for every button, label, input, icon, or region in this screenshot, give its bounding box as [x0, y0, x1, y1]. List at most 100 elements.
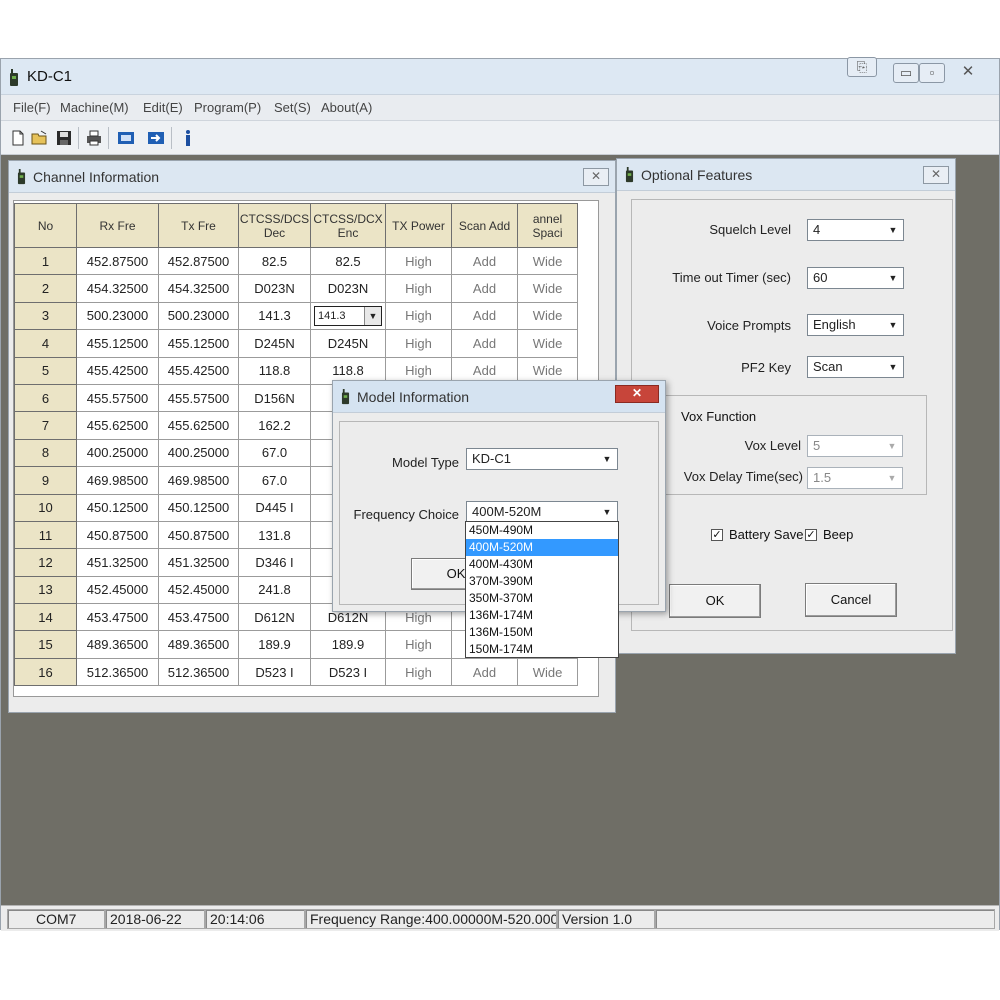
cell-scan-add[interactable]: Add [451, 329, 518, 358]
cell-rx-frequency[interactable]: 500.23000 [76, 301, 159, 331]
cancel-button[interactable]: Cancel [805, 583, 897, 617]
column-header[interactable]: Scan Add [451, 203, 518, 248]
cell-tx-frequency[interactable]: 469.98500 [158, 466, 239, 495]
cell-channel-number[interactable]: 1 [14, 246, 77, 276]
close-button[interactable]: ✕ [615, 385, 659, 403]
cell-tx-frequency[interactable]: 450.87500 [158, 520, 239, 550]
cell-rx-frequency[interactable]: 453.47500 [76, 603, 159, 632]
table-row[interactable]: 1 452.87500 452.87500 82.5 82.5 High Add Wide [14, 246, 578, 276]
column-header[interactable]: Rx Fre [76, 203, 159, 248]
cell-ctcss-dec[interactable]: 67.0 [238, 466, 311, 495]
minimize-button[interactable]: ▭ [893, 63, 919, 83]
cell-tx-power[interactable]: High [385, 329, 452, 358]
cell-ctcss-dec[interactable]: D523 I [238, 657, 311, 687]
table-row[interactable]: 4 455.12500 455.12500 D245N D245N High Add Wide [14, 329, 578, 358]
cell-ctcss-dec[interactable]: 82.5 [238, 246, 311, 276]
cell-channel-number[interactable]: 14 [14, 603, 77, 632]
cell-channel-number[interactable]: 6 [14, 383, 77, 413]
new-icon[interactable] [9, 129, 27, 147]
cell-tx-power[interactable]: High [385, 630, 452, 659]
menu-edit[interactable]: Edit(E) [143, 100, 183, 115]
cell-rx-frequency[interactable]: 451.32500 [76, 548, 159, 577]
cell-channel-number[interactable]: 13 [14, 575, 77, 605]
cell-rx-frequency[interactable]: 452.45000 [76, 575, 159, 605]
cell-channel-number[interactable]: 11 [14, 520, 77, 550]
menu-machine[interactable]: Machine(M) [60, 100, 129, 115]
frequency-option[interactable]: 136M-174M [466, 607, 618, 624]
cell-channel-number[interactable]: 4 [14, 329, 77, 358]
cell-rx-frequency[interactable]: 512.36500 [76, 657, 159, 687]
frequency-option[interactable]: 400M-430M [466, 556, 618, 573]
cell-tx-frequency[interactable]: 500.23000 [158, 301, 239, 331]
cell-tx-power[interactable]: High [385, 274, 452, 303]
table-row[interactable]: 2 454.32500 454.32500 D023N D023N High Add Wide [14, 274, 578, 303]
cell-ctcss-enc[interactable]: D245N [310, 329, 386, 358]
cell-ctcss-dec[interactable]: 118.8 [238, 356, 311, 385]
cell-tx-frequency[interactable]: 453.47500 [158, 603, 239, 632]
cell-scan-add[interactable]: Add [451, 301, 518, 331]
cell-rx-frequency[interactable]: 400.25000 [76, 438, 159, 468]
cell-rx-frequency[interactable]: 455.42500 [76, 356, 159, 385]
cell-ctcss-dec[interactable]: D445 I [238, 493, 311, 522]
maximize-button[interactable]: ▫ [919, 63, 945, 83]
cell-scan-add[interactable]: Add [451, 657, 518, 687]
cell-rx-frequency[interactable]: 450.87500 [76, 520, 159, 550]
cell-ctcss-dec[interactable]: 67.0 [238, 438, 311, 468]
cell-channel-spacing[interactable]: Wide [517, 657, 578, 687]
column-header[interactable]: annel Spaci [517, 203, 578, 248]
cell-channel-number[interactable]: 16 [14, 657, 77, 687]
cell-channel-number[interactable]: 8 [14, 438, 77, 468]
squelch-select[interactable]: 4 ▼ [807, 219, 904, 241]
frequency-option[interactable]: 350M-370M [466, 590, 618, 607]
cell-scan-add[interactable]: Add [451, 246, 518, 276]
ok-button[interactable]: OK [669, 584, 761, 618]
vox-delay-select[interactable]: 1.5 ▼ [807, 467, 903, 489]
cell-tx-frequency[interactable]: 454.32500 [158, 274, 239, 303]
table-row[interactable]: 16 512.36500 512.36500 D523 I D523 I High Add W… [14, 657, 578, 687]
cell-channel-spacing[interactable]: Wide [517, 274, 578, 303]
cell-rx-frequency[interactable]: 455.62500 [76, 411, 159, 440]
column-header[interactable]: Tx Fre [158, 203, 239, 248]
column-header[interactable]: CTCSS/DCX Enc [310, 203, 386, 248]
cell-ctcss-enc[interactable]: D523 I [310, 657, 386, 687]
battery-save-checkbox[interactable]: ✓ [711, 529, 723, 541]
model-type-select[interactable]: KD-C1 ▼ [466, 448, 618, 470]
cell-tx-power[interactable]: High [385, 301, 452, 331]
cell-tx-frequency[interactable]: 512.36500 [158, 657, 239, 687]
cell-tx-frequency[interactable]: 452.45000 [158, 575, 239, 605]
cell-ctcss-dec[interactable]: 189.9 [238, 630, 311, 659]
print-icon[interactable] [85, 129, 103, 147]
cell-ctcss-dec[interactable]: 131.8 [238, 520, 311, 550]
cell-rx-frequency[interactable]: 452.87500 [76, 246, 159, 276]
save-icon[interactable] [55, 129, 73, 147]
cell-tx-frequency[interactable]: 489.36500 [158, 630, 239, 659]
column-header[interactable]: No [14, 203, 77, 248]
cell-ctcss-enc[interactable]: D023N [310, 274, 386, 303]
cell-tx-frequency[interactable]: 451.32500 [158, 548, 239, 577]
pf2-key-select[interactable]: Scan ▼ [807, 356, 904, 378]
write-icon[interactable] [147, 129, 165, 147]
voice-prompts-select[interactable]: English ▼ [807, 314, 904, 336]
cell-channel-number[interactable]: 15 [14, 630, 77, 659]
cell-ctcss-enc[interactable]: 189.9 [310, 630, 386, 659]
cell-channel-number[interactable]: 2 [14, 274, 77, 303]
frequency-option[interactable]: 136M-150M [466, 624, 618, 641]
cell-ctcss-dec[interactable]: D346 I [238, 548, 311, 577]
open-icon[interactable] [31, 129, 49, 147]
menu-program[interactable]: Program(P) [194, 100, 261, 115]
info-icon[interactable] [179, 129, 197, 147]
vox-level-select[interactable]: 5 ▼ [807, 435, 903, 457]
cell-tx-frequency[interactable]: 455.62500 [158, 411, 239, 440]
cell-rx-frequency[interactable]: 455.12500 [76, 329, 159, 358]
menu-file[interactable]: File(F) [13, 100, 51, 115]
cell-channel-number[interactable]: 10 [14, 493, 77, 522]
cell-tx-frequency[interactable]: 455.12500 [158, 329, 239, 358]
restore-icon[interactable]: ⎘ [847, 57, 877, 77]
cell-ctcss-dec[interactable]: D156N [238, 383, 311, 413]
menu-set[interactable]: Set(S) [274, 100, 311, 115]
cell-ctcss-dec[interactable]: D023N [238, 274, 311, 303]
cell-ctcss-enc[interactable]: 82.5 [310, 246, 386, 276]
frequency-option[interactable]: 150M-174M [466, 641, 618, 658]
frequency-option[interactable]: 370M-390M [466, 573, 618, 590]
cell-tx-power[interactable]: High [385, 657, 452, 687]
